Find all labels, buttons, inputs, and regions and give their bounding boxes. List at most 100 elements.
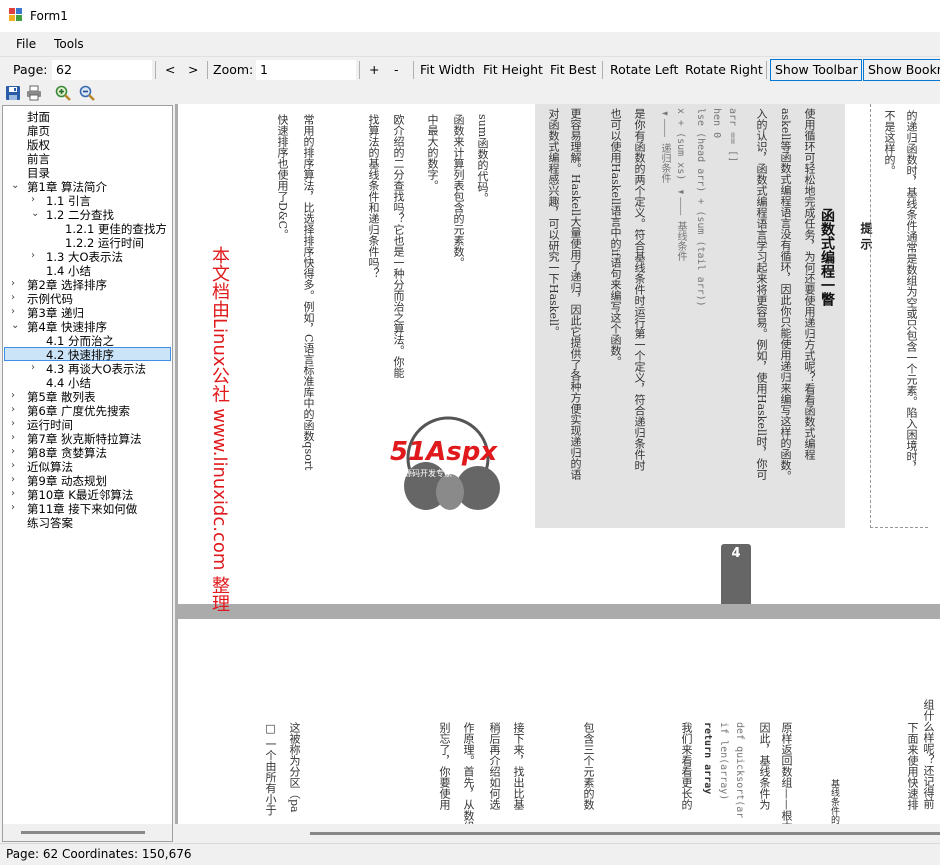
next-page-button[interactable]: >: [188, 60, 198, 80]
bookmark-item[interactable]: 扉页: [27, 124, 50, 138]
bookmark-item[interactable]: 目录: [27, 166, 50, 180]
bookmark-item-selected[interactable]: 4.2 快速排序: [4, 347, 171, 362]
bookmark-item[interactable]: 封面: [27, 110, 50, 124]
bookmark-item[interactable]: 1.2 二分查找: [46, 208, 114, 222]
expand-arrow-icon[interactable]: ›: [11, 390, 15, 401]
show-toolbar-button[interactable]: Show Toolbar: [770, 59, 862, 81]
expand-arrow-icon[interactable]: ›: [31, 362, 35, 373]
expand-arrow-icon[interactable]: ›: [11, 502, 15, 513]
scrollbar-thumb[interactable]: [21, 831, 145, 834]
bookmark-item[interactable]: 第9章 动态规划: [27, 474, 107, 488]
expand-arrow-icon[interactable]: ›: [11, 418, 15, 429]
body-text: 这被称为分区（pa: [288, 722, 301, 813]
separator: [413, 61, 414, 79]
separator: [207, 61, 208, 79]
bookmark-tree[interactable]: 封面 扉页 版权 前言 目录 ⌄ 第1章 算法简介 › 1.1 引言 ⌄ 1.2…: [2, 105, 173, 842]
body-text: 别忘了，你要使用: [438, 722, 451, 810]
bookmark-item[interactable]: 近似算法: [27, 460, 73, 474]
page-label: Page:: [13, 62, 48, 77]
viewer-horizontal-scrollbar[interactable]: [175, 824, 940, 842]
save-icon[interactable]: [5, 85, 21, 101]
body-text: 不是这样的。: [883, 110, 896, 176]
bookmark-item[interactable]: 1.2.1 更佳的查找方: [65, 222, 167, 236]
zoom-input[interactable]: 1: [256, 60, 356, 80]
page-number-tab: 4: [721, 544, 751, 604]
menu-tools[interactable]: Tools: [45, 34, 93, 54]
bookmark-item[interactable]: 第5章 散列表: [27, 390, 95, 404]
rotate-right-button[interactable]: Rotate Right: [685, 60, 763, 80]
box-line: askell等函数式编程语言没有循环，因此你只能使用递归来编写这样的函数。: [779, 108, 792, 482]
bookmark-item[interactable]: 4.3 再谈大O表示法: [46, 362, 146, 376]
separator: [359, 61, 360, 79]
bookmark-item[interactable]: 4.1 分而治之: [46, 334, 114, 348]
rotate-left-button[interactable]: Rotate Left: [610, 60, 678, 80]
expand-arrow-icon[interactable]: ›: [11, 306, 15, 317]
code-line: arr == []: [727, 108, 738, 163]
sidebar-horizontal-scrollbar[interactable]: [3, 824, 172, 841]
zoom-out-button[interactable]: -: [394, 60, 399, 80]
bookmark-item[interactable]: 1.2.2 运行时间: [65, 236, 144, 250]
bookmark-item[interactable]: 前言: [27, 152, 50, 166]
bookmark-item[interactable]: 第7章 狄克斯特拉算法: [27, 432, 141, 446]
fit-height-button[interactable]: Fit Height: [483, 60, 543, 80]
menu-file[interactable]: File: [7, 34, 45, 54]
body-text: 常用的排序算法，比选择排序快得多。例如，C语言标准库中的函数qsort: [302, 114, 315, 471]
zoom-in-icon[interactable]: [55, 85, 71, 101]
expand-arrow-icon[interactable]: ›: [31, 194, 35, 205]
bookmark-item[interactable]: 1.3 大O表示法: [46, 250, 123, 264]
bookmark-item[interactable]: 第11章 接下来如何做: [27, 502, 137, 516]
bookmark-item[interactable]: 第10章 K最近邻算法: [27, 488, 133, 502]
bookmark-item[interactable]: 第4章 快速排序: [27, 320, 107, 334]
bookmark-item[interactable]: 版权: [27, 138, 50, 152]
box-line: 使用循环可轻松地完成任务，为何还要使用递归方式呢？看看函数式编程: [803, 108, 816, 460]
bookmark-item[interactable]: 第6章 广度优先搜索: [27, 404, 130, 418]
box-line: 更容易理解。Haskell大量使用了递归，因此它提供了各种方便实现递归的语: [569, 108, 582, 481]
expand-arrow-icon[interactable]: ›: [11, 446, 15, 457]
logo-icon: 51Aspx 源码开发专家: [390, 416, 500, 510]
zoom-out-icon[interactable]: [79, 85, 95, 101]
body-text: 的递归函数时，基线条件通常是数组为空或只包含一个元素。陷入困境时，: [905, 110, 918, 473]
expand-arrow-icon[interactable]: ⌄: [31, 208, 39, 219]
bookmark-item[interactable]: 第2章 选择排序: [27, 278, 107, 292]
zoom-in-button[interactable]: +: [369, 60, 379, 80]
bookmark-item[interactable]: 第3章 递归: [27, 306, 84, 320]
body-text: 原样返回数组——根本: [780, 722, 793, 832]
prev-page-button[interactable]: <: [165, 60, 175, 80]
show-bookmarks-button[interactable]: Show Bookm: [863, 59, 940, 81]
expand-arrow-icon[interactable]: ›: [11, 474, 15, 485]
scrollbar-thumb[interactable]: [310, 832, 940, 835]
expand-arrow-icon[interactable]: ⌄: [11, 180, 19, 191]
body-text: 我们来看看更长的: [680, 722, 693, 810]
expand-arrow-icon[interactable]: ›: [11, 432, 15, 443]
code-line: return array: [702, 722, 713, 795]
expand-arrow-icon[interactable]: ›: [11, 278, 15, 289]
expand-arrow-icon[interactable]: ›: [11, 404, 15, 415]
body-text: 因此，基线条件为: [758, 722, 771, 810]
expand-arrow-icon[interactable]: ⌄: [11, 320, 19, 331]
expand-arrow-icon[interactable]: ›: [11, 460, 15, 471]
fit-width-button[interactable]: Fit Width: [420, 60, 475, 80]
box-line: 是你有函数的两个定义。符合基线条件时运行第一个定义，符合递归条件时: [633, 108, 646, 471]
fit-best-button[interactable]: Fit Best: [550, 60, 596, 80]
document-viewer[interactable]: 本文档由Linux公社 www.linuxidc.com 整理 快速排序也使用了…: [175, 104, 940, 842]
bookmark-item[interactable]: 1.4 小结: [46, 264, 91, 278]
body-text: 组什么样呢？还记得前: [922, 699, 935, 809]
bookmark-item[interactable]: 练习答案: [27, 516, 73, 530]
box-title: 函数式编程一瞥: [819, 208, 835, 306]
bookmark-item[interactable]: 第8章 贪婪算法: [27, 446, 107, 460]
bookmark-item[interactable]: 第1章 算法简介: [27, 180, 107, 194]
separator: [155, 61, 156, 79]
expand-arrow-icon[interactable]: ›: [31, 250, 35, 261]
expand-arrow-icon[interactable]: ›: [11, 488, 15, 499]
document-page: 本文档由Linux公社 www.linuxidc.com 整理 快速排序也使用了…: [178, 104, 940, 612]
logo-subtext: 源码开发专家: [404, 468, 452, 478]
expand-arrow-icon[interactable]: ›: [11, 292, 15, 303]
watermark-text: 本文档由Linux公社 www.linuxidc.com 整理: [209, 246, 230, 613]
body-text: 稍后再介绍如何选: [488, 722, 501, 810]
bookmark-item[interactable]: 运行时间: [27, 418, 73, 432]
print-icon[interactable]: [26, 85, 42, 101]
page-input[interactable]: 62: [52, 60, 152, 80]
bookmark-item[interactable]: 1.1 引言: [46, 194, 91, 208]
bookmark-item[interactable]: 示例代码: [27, 292, 73, 306]
bookmark-item[interactable]: 4.4 小结: [46, 376, 91, 390]
